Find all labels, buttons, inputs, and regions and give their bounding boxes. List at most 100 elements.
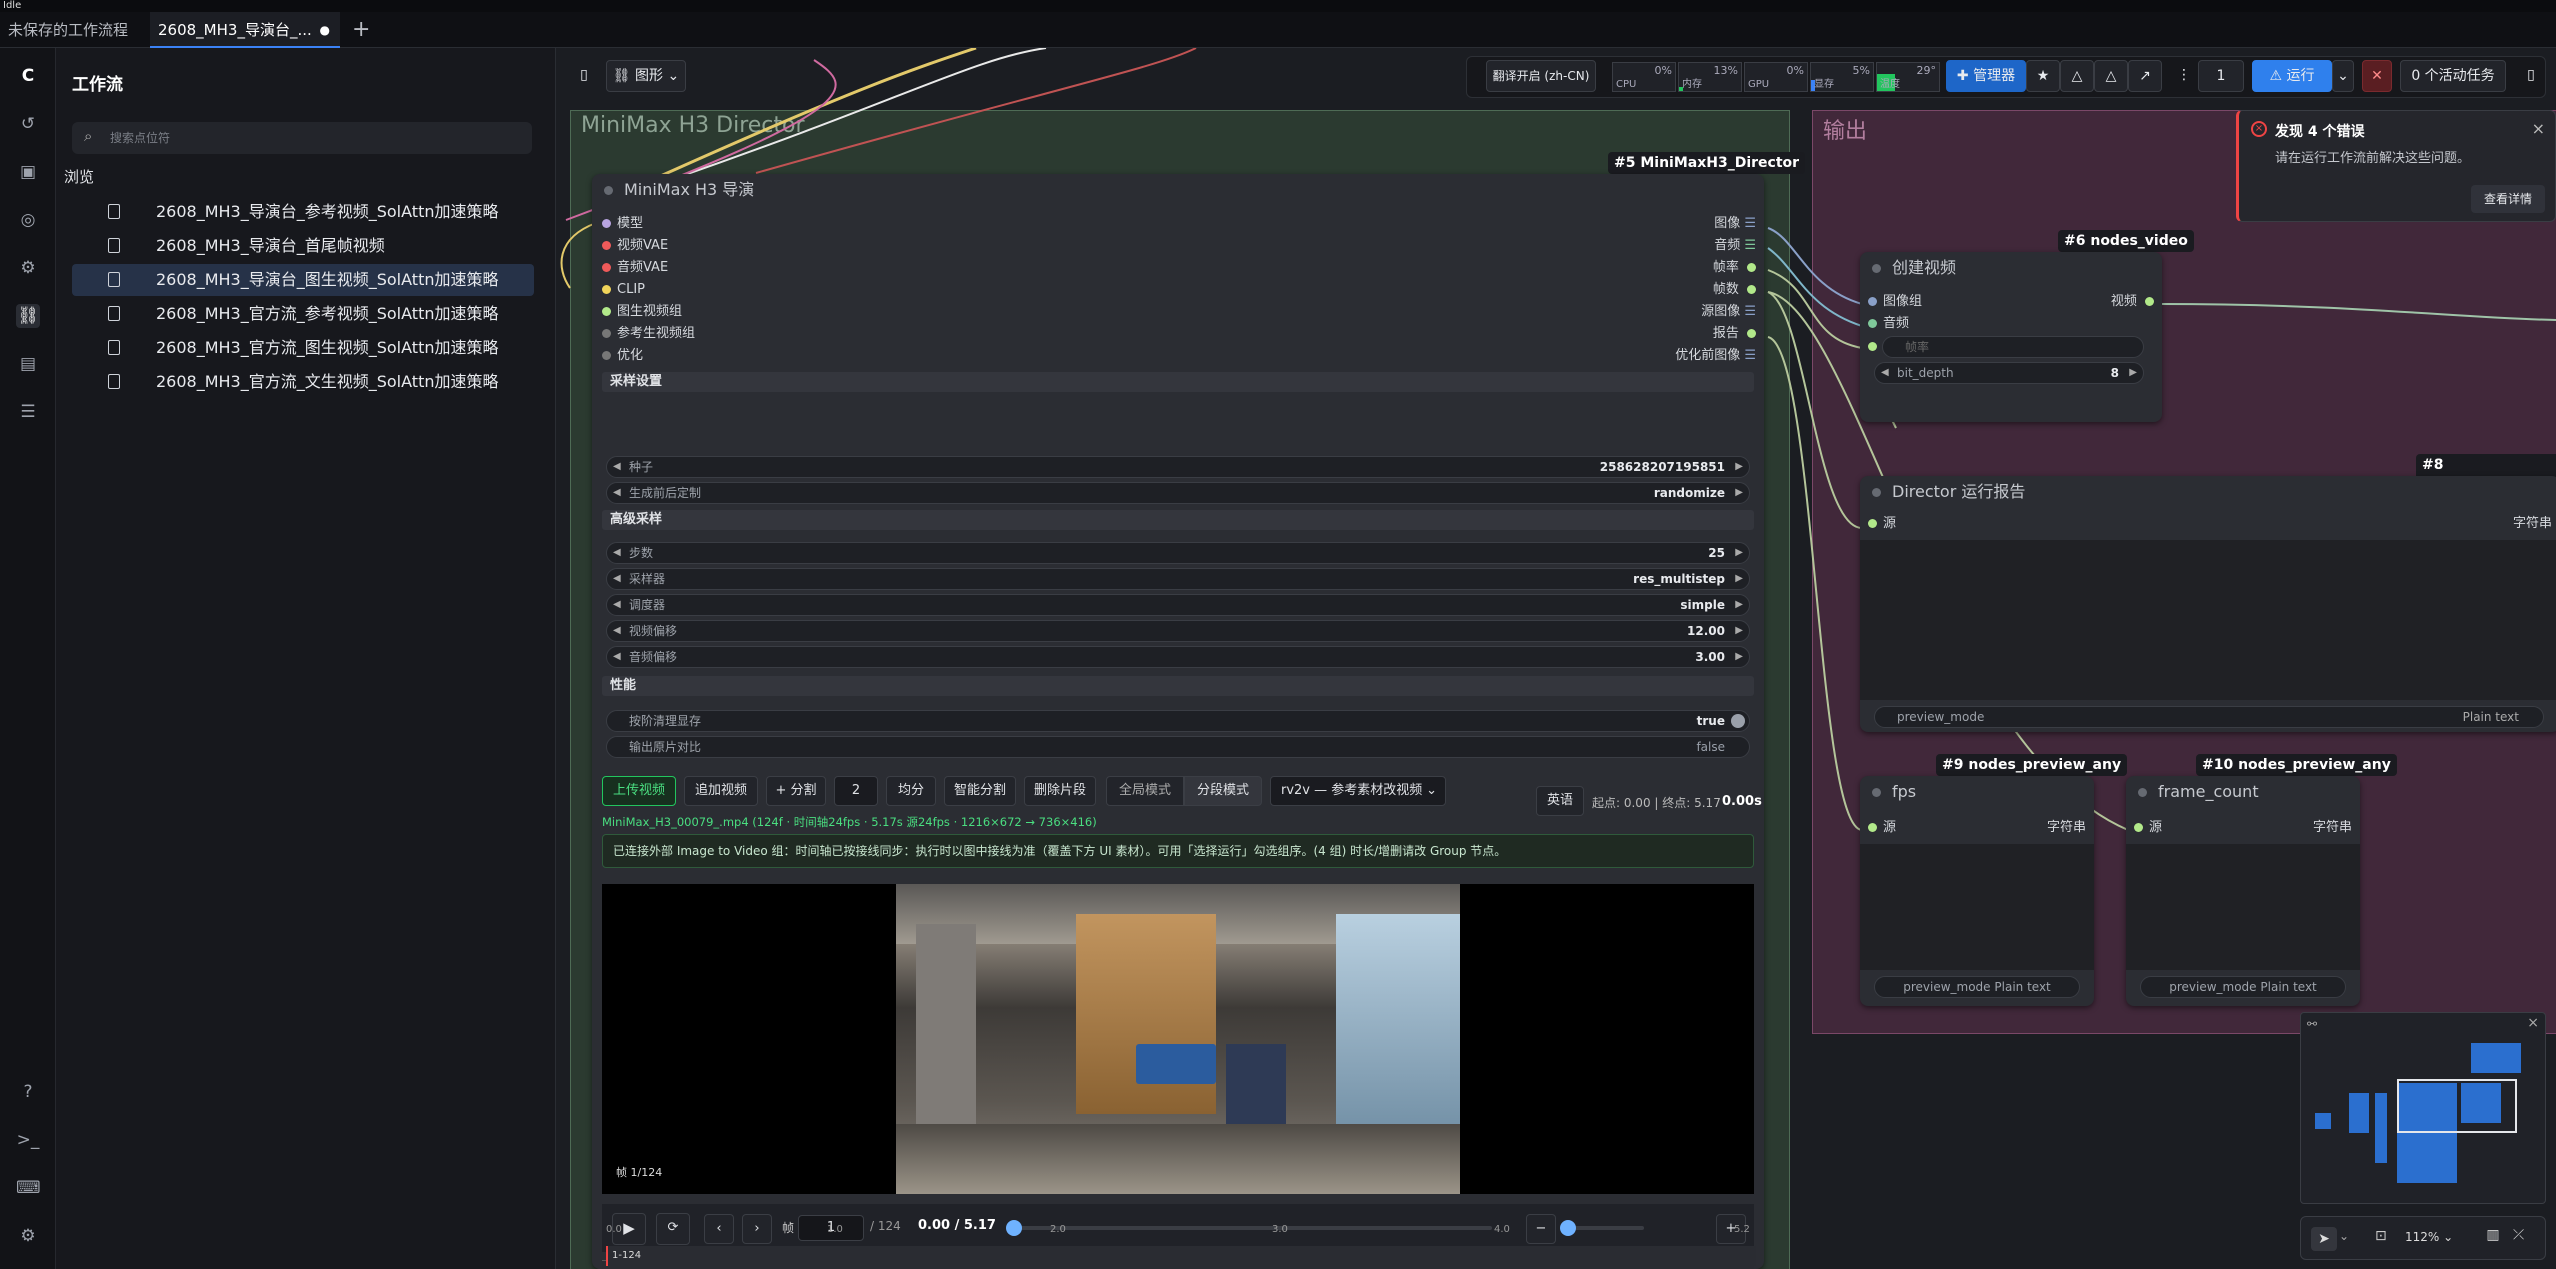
zoom-out-button[interactable]: − <box>1526 1214 1556 1244</box>
drag-handle-icon[interactable]: ⋮ <box>2174 60 2194 92</box>
workflow-icon[interactable]: ⛓ <box>16 304 40 328</box>
fit-view-icon[interactable]: ⊡ <box>2375 1228 2387 1244</box>
panel-toggle-icon[interactable]: ▯ <box>570 60 598 92</box>
terminal-icon[interactable]: >_ <box>16 1128 40 1152</box>
fps-socket[interactable] <box>1868 342 1877 351</box>
split-button[interactable]: + 分割 <box>766 776 826 806</box>
star-icon[interactable]: ★ <box>2026 60 2060 92</box>
segment-mode-button[interactable]: 分段模式 <box>1184 776 1262 806</box>
manager-button[interactable]: ✚ 管理器 <box>1946 60 2026 92</box>
upload-video-button[interactable]: 上传视频 <box>602 776 676 806</box>
search-input[interactable]: 搜索点位符 <box>110 129 170 146</box>
next-frame-button[interactable]: › <box>742 1214 772 1244</box>
bit-depth-widget[interactable]: bit_depth8 <box>1874 362 2144 384</box>
file-item[interactable]: 2608_MH3_导演台_参考视频_SolAttn加速策略 <box>72 196 534 228</box>
global-mode-button[interactable]: 全局模式 <box>1106 776 1184 806</box>
split-count-input[interactable]: 2 <box>834 776 878 806</box>
close-icon[interactable]: × <box>2532 119 2545 138</box>
minimap-viewport[interactable] <box>2397 1079 2517 1133</box>
select-tool-icon[interactable]: ➤ <box>2311 1227 2337 1251</box>
video-shift-widget[interactable]: 视频偏移12.00 <box>606 620 1750 642</box>
seed-widget[interactable]: 种子258628207195851 <box>606 456 1750 478</box>
layout-icon[interactable]: ☰ <box>16 400 40 424</box>
file-item-selected[interactable]: 2608_MH3_导演台_图生视频_SolAttn加速策略 <box>72 264 534 296</box>
minimap-toggle-icon[interactable]: ▥ <box>2481 1227 2505 1251</box>
templates-icon[interactable]: ▤ <box>16 352 40 376</box>
zoom-thumb[interactable] <box>1560 1220 1576 1236</box>
prev-frame-button[interactable]: ‹ <box>704 1214 734 1244</box>
report-node-title[interactable]: Director 运行报告 <box>1860 476 2556 508</box>
settings-gear-icon[interactable]: ⚙ <box>16 1224 40 1248</box>
append-video-button[interactable]: 追加视频 <box>684 776 758 806</box>
frame-count-node[interactable]: frame_count 源 字符串 preview_mode Plain tex… <box>2126 776 2360 1006</box>
input-optimize[interactable]: 优化 <box>602 346 643 366</box>
fps-text-area[interactable] <box>1860 844 2094 970</box>
report-preview-mode[interactable]: preview_mode Plain text <box>1874 706 2544 728</box>
input-clip[interactable]: CLIP <box>602 280 645 300</box>
active-tasks-button[interactable]: 0 个活动任务 <box>2400 60 2506 92</box>
output-pre-opt-image[interactable]: 优化前图像 ☰ <box>1675 346 1756 366</box>
report-text-area[interactable] <box>1860 540 2556 700</box>
even-split-button[interactable]: 均分 <box>886 776 936 806</box>
audio-shift-widget[interactable]: 音频偏移3.00 <box>606 646 1750 668</box>
frame-count-input[interactable]: 源 <box>2134 818 2162 838</box>
segment-bar[interactable]: 1-124 <box>606 1246 1756 1266</box>
translate-button[interactable]: 翻译开启 (zh-CN) <box>1486 60 1596 92</box>
frame-count-preview-mode[interactable]: preview_mode Plain text <box>2140 976 2346 998</box>
director-node[interactable]: MiniMax H3 导演 模型 视频VAE 音频VAE CLIP 图生视频组 … <box>592 174 1764 1269</box>
minimap-close-icon[interactable]: × <box>2527 1015 2539 1031</box>
control-widget[interactable]: 生成前后定制randomize <box>606 482 1750 504</box>
frame-count-node-title[interactable]: frame_count <box>2126 776 2360 808</box>
queue-count-input[interactable]: 1 <box>2198 60 2244 92</box>
input-audio[interactable]: 音频 <box>1868 314 1909 334</box>
fps-node-title[interactable]: fps <box>1860 776 2094 808</box>
graph-canvas[interactable]: MiniMax H3 Director 输出 #5 MiniMaxH3_Dire… <box>556 48 2556 1269</box>
loop-button[interactable]: ⟳ <box>656 1213 690 1245</box>
fps-input[interactable]: 源 <box>1868 818 1896 838</box>
frame-count-output[interactable]: 字符串 <box>2313 818 2352 838</box>
file-item[interactable]: 2608_MH3_官方流_参考视频_SolAttn加速策略 <box>72 298 534 330</box>
compare-toggle[interactable]: 输出原片对比 false <box>606 736 1750 758</box>
share-icon[interactable]: ↗ <box>2128 60 2162 92</box>
view-details-button[interactable]: 查看详情 <box>2471 185 2545 213</box>
nodes-icon[interactable]: ⚙ <box>16 256 40 280</box>
output-audio[interactable]: 音频 ☰ <box>1714 236 1756 256</box>
scheduler-widget[interactable]: 调度器simple <box>606 594 1750 616</box>
run-dropdown-icon[interactable]: ⌄ <box>2332 60 2354 92</box>
frame-count-text-area[interactable] <box>2126 844 2360 970</box>
fps-output[interactable]: 字符串 <box>2047 818 2086 838</box>
input-i2v-group[interactable]: 图生视频组 <box>602 302 682 322</box>
model-icon[interactable]: ◎ <box>16 208 40 232</box>
new-tab-icon[interactable]: + <box>344 12 374 48</box>
output-video[interactable]: 视频 <box>2111 292 2154 312</box>
create-video-node[interactable]: 创建视频 图像组 音频 视频 帧率 bit_depth8 <box>1860 252 2162 422</box>
history-icon[interactable]: ↺ <box>16 112 40 136</box>
output-fps[interactable]: 帧率 <box>1713 258 1756 278</box>
file-item[interactable]: 2608_MH3_导演台_首尾帧视频 <box>72 230 534 262</box>
input-model[interactable]: 模型 <box>602 214 643 234</box>
image-icon[interactable]: ▣ <box>16 160 40 184</box>
report-output[interactable]: 字符串 <box>2513 514 2552 534</box>
input-audio-vae[interactable]: 音频VAE <box>602 258 668 278</box>
input-video-vae[interactable]: 视频VAE <box>602 236 668 256</box>
seek-thumb[interactable] <box>1006 1220 1022 1236</box>
zoom-slider[interactable] <box>1560 1220 1644 1236</box>
link-toggle-icon[interactable]: ⤫ <box>2513 1227 2524 1243</box>
mode-select[interactable]: rv2v — 参考素材改视频 ⌄ <box>1270 776 1446 806</box>
logo-icon[interactable]: C <box>16 64 40 88</box>
keyboard-icon[interactable]: ⌨ <box>16 1176 41 1200</box>
search-box[interactable]: ⌕ 搜索点位符 <box>72 122 532 154</box>
fps-node[interactable]: fps 源 字符串 preview_mode Plain text <box>1860 776 2094 1006</box>
output-frames[interactable]: 帧数 <box>1713 280 1756 300</box>
report-node[interactable]: Director 运行报告 源 字符串 preview_mode Plain te… <box>1860 476 2556 732</box>
sampler-widget[interactable]: 采样器res_multistep <box>606 568 1750 590</box>
zoom-level[interactable]: 112% ⌄ <box>2405 1230 2453 1244</box>
fps-preview-mode[interactable]: preview_mode Plain text <box>1874 976 2080 998</box>
seek-slider[interactable] <box>1006 1220 1492 1236</box>
input-images[interactable]: 图像组 <box>1868 292 1922 312</box>
minimap[interactable]: ⚯ × <box>2300 1012 2546 1204</box>
director-node-title[interactable]: MiniMax H3 导演 <box>592 174 1764 206</box>
delete-segment-button[interactable]: 删除片段 <box>1024 776 1096 806</box>
minimap-settings-icon[interactable]: ⚯ <box>2307 1017 2317 1031</box>
report-input[interactable]: 源 <box>1868 514 1896 534</box>
